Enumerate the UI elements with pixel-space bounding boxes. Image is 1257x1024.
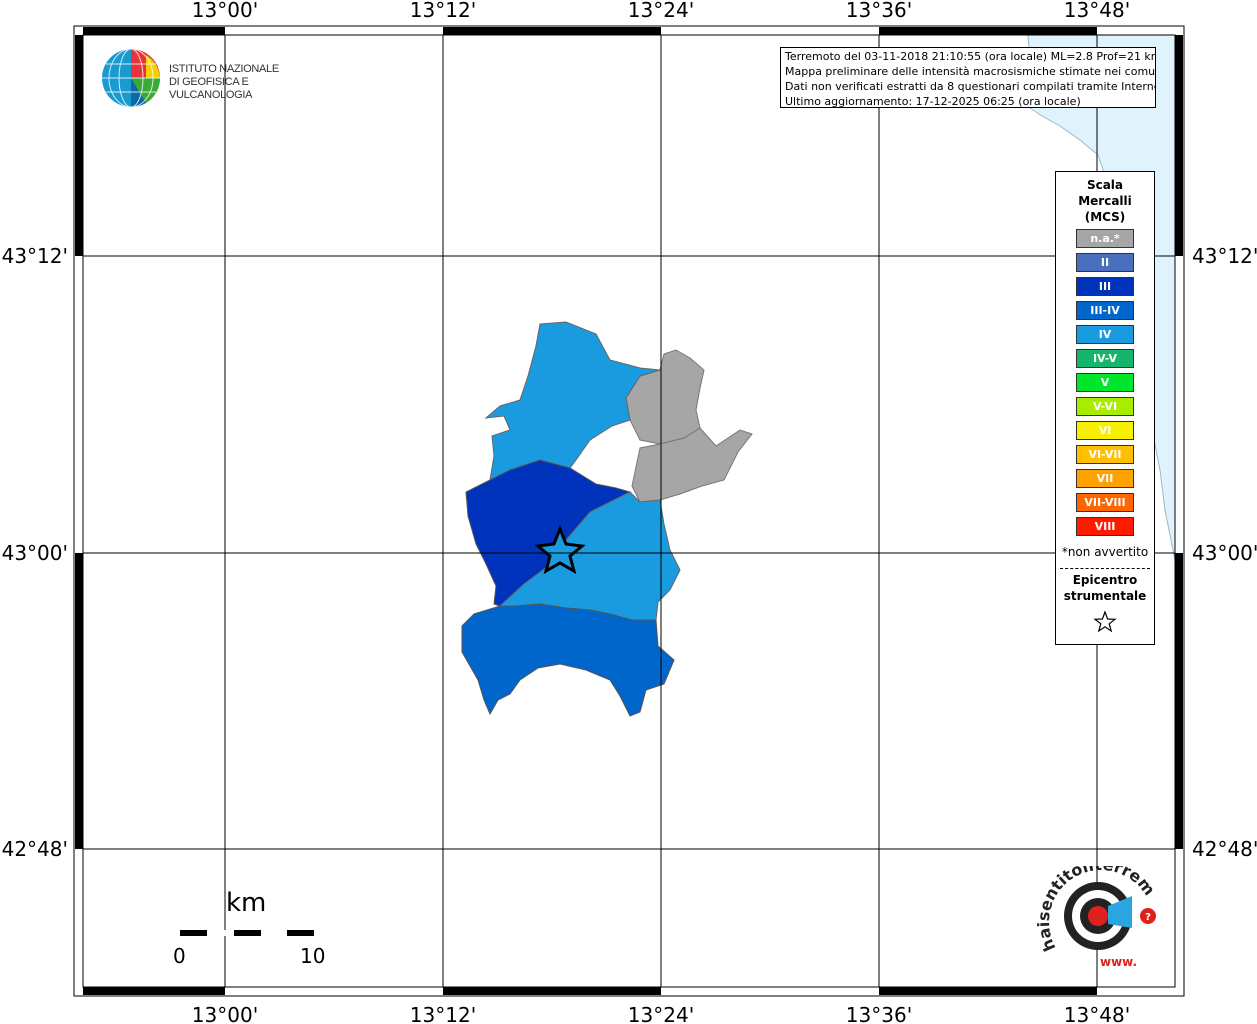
lon-tick-label: 13°48' [1064, 0, 1130, 22]
info-line: Mappa preliminare delle intensità macros… [785, 65, 1156, 78]
lon-tick-label: 13°48' [1064, 1003, 1130, 1024]
scale-unit: km [226, 888, 267, 918]
lat-tick-label: 43°12' [1192, 244, 1257, 268]
legend-swatch: VIII [1076, 517, 1134, 536]
lat-ticks-right: 43°12' 43°00' 42°48' [1192, 244, 1257, 861]
lat-tick-label: 42°48' [1192, 837, 1257, 861]
lon-ticks-bottom: 13°00' 13°12' 13°24' 13°36' 13°48' [192, 1003, 1130, 1024]
earthquake-info-box: Terremoto del 03-11-2018 21:10:55 (ora l… [780, 47, 1156, 108]
legend-swatch: V [1076, 373, 1134, 392]
legend-swatch: III [1076, 277, 1134, 296]
legend-title-line: Mercalli [1078, 194, 1132, 208]
info-line: Dati non verificati estratti da 8 questi… [785, 80, 1156, 93]
scale-bar-graphic [180, 930, 314, 936]
lon-tick-label: 13°36' [846, 1003, 912, 1024]
legend-swatch: II [1076, 253, 1134, 272]
municipality-iii-iv [461, 603, 675, 717]
lon-tick-label: 13°00' [192, 1003, 258, 1024]
legend-title-line: Scala [1086, 178, 1124, 192]
ingv-name: ISTITUTO NAZIONALE DI GEOFISICA E VULCAN… [169, 63, 320, 102]
epicentre-label-line: strumentale [1063, 589, 1147, 603]
mcs-legend: Scala Mercalli (MCS) n.a.* II III III-IV IV I… [1055, 171, 1155, 645]
scale-min: 0 [173, 944, 186, 968]
lat-tick-label: 43°12' [2, 244, 68, 268]
logo-prefix: www. [1100, 955, 1137, 969]
legend-swatch: IV [1076, 325, 1134, 344]
scale-bar: km 0 10 [170, 888, 340, 978]
legend-title-line: (MCS) [1084, 210, 1126, 224]
svg-text:?: ? [1145, 912, 1151, 923]
legend-swatch: VII [1076, 469, 1134, 488]
lat-tick-label: 42°48' [2, 837, 68, 861]
legend-swatch: VII-VIII [1076, 493, 1134, 512]
ingv-name-line: DI GEOFISICA E VULCANOLOGIA [169, 76, 253, 101]
legend-separator [1060, 568, 1150, 569]
lat-tick-label: 43°00' [2, 541, 68, 565]
lon-tick-label: 13°00' [192, 0, 258, 22]
ingv-logo: ISTITUTO NAZIONALE DI GEOFISICA E VULCAN… [100, 47, 320, 109]
scale-max: 10 [300, 944, 326, 968]
legend-swatch: IV-V [1076, 349, 1134, 368]
lon-tick-label: 13°12' [410, 1003, 476, 1024]
legend-note: *non avvertito [1061, 545, 1149, 559]
legend-swatch: VI-VII [1076, 445, 1134, 464]
legend-title: Scala Mercalli (MCS) [1056, 177, 1154, 225]
lat-tick-label: 43°00' [1192, 541, 1257, 565]
globe-icon [102, 48, 161, 108]
legend-swatch: V-VI [1076, 397, 1134, 416]
legend-swatch: VI [1076, 421, 1134, 440]
haisentito-logo: ? haisentitoilterremoto.it www. [1031, 851, 1166, 976]
legend-swatch: III-IV [1076, 301, 1134, 320]
seismometer-icon: ? haisentitoilterremoto.it www. [1031, 851, 1159, 969]
lat-ticks-left: 43°12' 43°00' 42°48' [2, 244, 68, 861]
legend-swatch: n.a.* [1076, 229, 1134, 248]
lon-ticks-top: 13°00' 13°12' 13°24' 13°36' 13°48' [192, 0, 1130, 22]
ingv-name-line: ISTITUTO NAZIONALE [169, 63, 279, 75]
info-line: Ultimo aggiornamento: 17-12-2025 06:25 (… [785, 95, 1081, 108]
info-line: Terremoto del 03-11-2018 21:10:55 (ora l… [785, 50, 1156, 63]
epicentre-label-line: Epicentro [1072, 573, 1138, 587]
epicentre-star-icon [1093, 610, 1117, 633]
lon-tick-label: 13°36' [846, 0, 912, 22]
lon-tick-label: 13°24' [628, 0, 694, 22]
legend-epicentre-label: Epicentro strumentale [1056, 572, 1154, 604]
lon-tick-label: 13°24' [628, 1003, 694, 1024]
municipality-na-north [625, 349, 705, 445]
lon-tick-label: 13°12' [410, 0, 476, 22]
